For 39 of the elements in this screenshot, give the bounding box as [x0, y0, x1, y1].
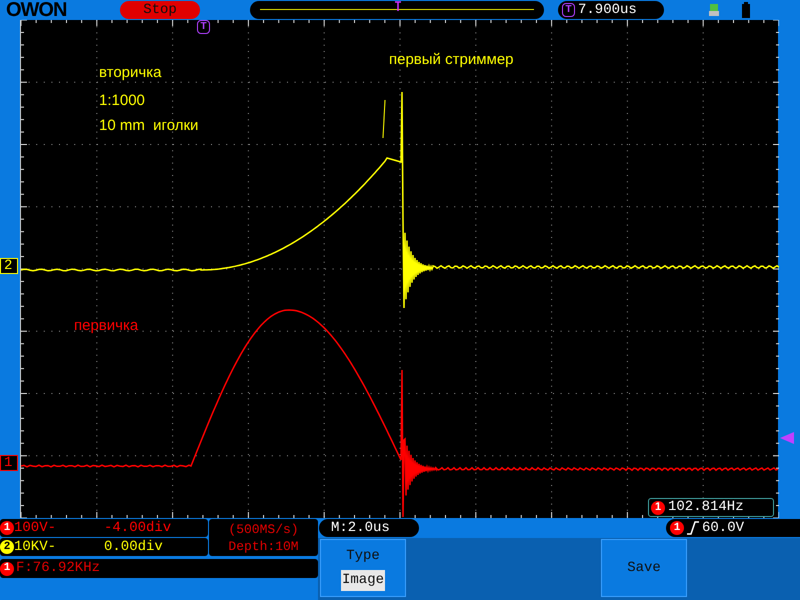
annotation-text: первый стриммер — [389, 52, 514, 67]
rising-edge-icon — [687, 521, 699, 535]
menu-button[interactable]: Type Image — [320, 539, 406, 597]
channel-setting[interactable]: 2 10KV- 0.00div — [0, 538, 208, 556]
timebase: M:2.0us — [319, 519, 419, 537]
frequency-counter-value: F:76.92KHz — [16, 559, 100, 578]
trigger-position-icon — [395, 1, 401, 11]
annotation-text: 10 mm иголки — [99, 118, 198, 133]
channel-badge: 1 — [0, 562, 14, 576]
channel-scale: 100V- — [14, 518, 58, 538]
menu-button[interactable]: Save — [601, 539, 687, 597]
spike-mark — [382, 100, 386, 138]
channel-badge: 1 — [651, 500, 665, 514]
annotation-text: первичка — [74, 318, 138, 333]
usb-icon — [708, 3, 720, 17]
logo: OWON — [6, 0, 68, 20]
menu-value: Image — [340, 570, 385, 590]
battery-icon — [742, 2, 750, 18]
channel-setting[interactable]: 1 100V- -4.00div — [0, 519, 208, 537]
channel-offset: -4.00div — [104, 518, 172, 538]
channel-marker[interactable]: 1 — [0, 455, 18, 471]
annotation-text: вторичка — [99, 65, 162, 80]
sample-rate: (500MS/s) — [228, 520, 299, 538]
channel-badge: 2 — [0, 540, 14, 554]
annotation-text: 1:1000 — [99, 93, 145, 108]
channel-scale: 10KV- — [14, 538, 58, 556]
channel-offset: 0.00div — [104, 538, 163, 556]
trigger-level-icon — [780, 432, 794, 444]
trigger-marker: T — [562, 3, 575, 17]
frequency-value: 102.814Hz — [668, 498, 744, 517]
channel-marker[interactable]: 2 — [0, 258, 18, 274]
channel-badge: 1 — [670, 521, 684, 535]
memory-depth: Depth:10M — [228, 538, 299, 554]
menu-title: Type — [346, 546, 380, 566]
trigger-level: 60.0V — [702, 518, 744, 538]
trigger-marker: T — [197, 20, 210, 34]
run-state: Stop — [120, 1, 200, 19]
channel-badge: 1 — [0, 521, 14, 535]
trigger-time: 7.900us — [578, 0, 637, 20]
